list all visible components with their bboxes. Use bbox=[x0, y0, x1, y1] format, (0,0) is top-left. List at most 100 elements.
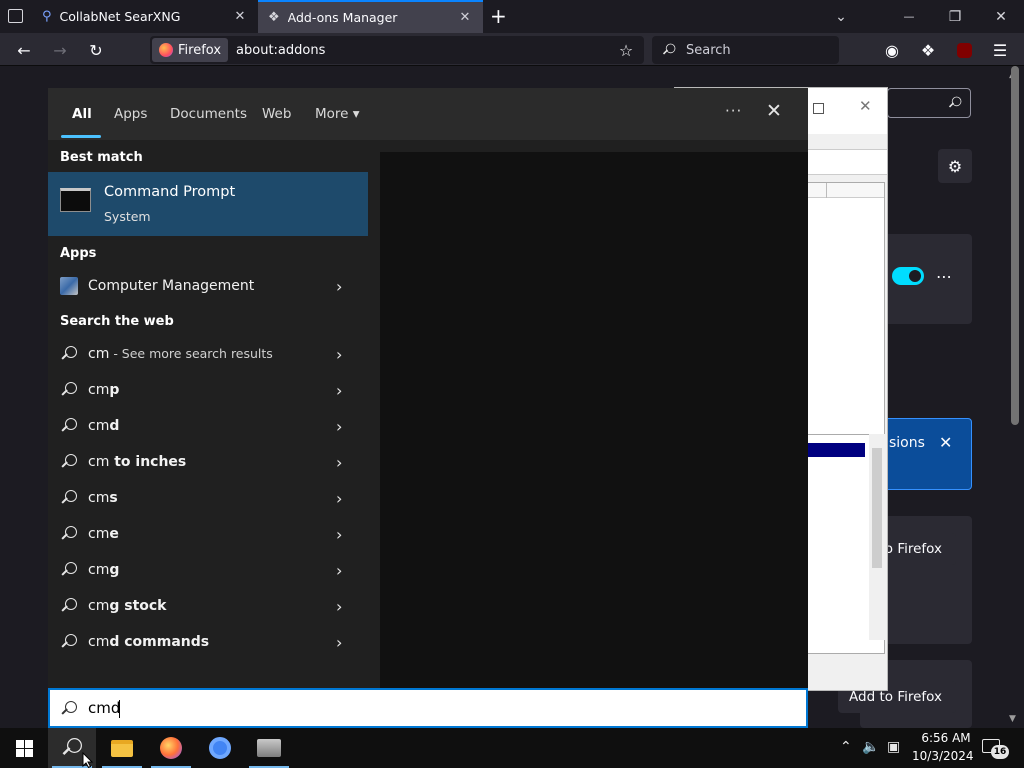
query-suffix: s bbox=[109, 490, 118, 506]
chevron-right-icon[interactable]: › bbox=[336, 561, 342, 580]
notification-count-badge: 16 bbox=[991, 745, 1009, 759]
close-icon[interactable]: ✕ bbox=[859, 97, 872, 115]
network-icon[interactable]: ▣ bbox=[887, 739, 900, 755]
start-button[interactable] bbox=[0, 728, 48, 768]
web-result[interactable]: cm to inches › bbox=[48, 444, 368, 480]
banner-text: sions bbox=[889, 435, 925, 451]
web-result[interactable]: cmp › bbox=[48, 372, 368, 408]
close-icon[interactable]: ✕ bbox=[232, 9, 248, 24]
search-icon bbox=[60, 381, 78, 399]
chevron-right-icon[interactable]: › bbox=[336, 381, 342, 400]
account-icon[interactable]: ◉ bbox=[878, 36, 906, 64]
chevron-right-icon[interactable]: › bbox=[336, 525, 342, 544]
identity-label: Firefox bbox=[178, 42, 222, 58]
list-all-tabs-chevron-icon[interactable]: ⌄ bbox=[818, 0, 864, 33]
firefox-logo-icon bbox=[159, 43, 173, 57]
best-match-command-prompt[interactable]: Command Prompt System bbox=[48, 172, 368, 236]
taskbar-firefox[interactable] bbox=[147, 728, 195, 768]
url-bar[interactable]: Firefox about:addons bbox=[150, 36, 644, 64]
show-hidden-icons-chevron-up-icon[interactable]: ⌃ bbox=[840, 739, 852, 755]
chevron-right-icon[interactable]: › bbox=[336, 345, 342, 364]
query-hint: - See more search results bbox=[109, 346, 273, 361]
tab-collabnet-searxng[interactable]: ⚲ CollabNet SearXNG ✕ bbox=[32, 0, 258, 33]
window-close-button[interactable]: ✕ bbox=[978, 0, 1024, 33]
web-result[interactable]: cmd › bbox=[48, 408, 368, 444]
app-computer-management[interactable]: Computer Management › bbox=[48, 268, 368, 304]
identity-box[interactable]: Firefox bbox=[152, 38, 229, 62]
chevron-right-icon[interactable]: › bbox=[336, 633, 342, 652]
tab-more[interactable]: More ▾ bbox=[315, 106, 360, 122]
minimize-button[interactable]: — bbox=[886, 0, 932, 33]
query-suffix: p bbox=[109, 382, 120, 398]
tab-web[interactable]: Web bbox=[262, 106, 291, 122]
query-suffix: d bbox=[109, 418, 120, 434]
extensions-puzzle-icon[interactable]: ❖ bbox=[914, 36, 942, 64]
query-prefix: cm bbox=[88, 562, 110, 578]
taskbar-file-explorer[interactable] bbox=[98, 728, 146, 768]
web-result[interactable]: cmd commands › bbox=[48, 624, 368, 660]
reload-icon[interactable]: ↻ bbox=[82, 36, 110, 64]
taskbar-app[interactable] bbox=[245, 728, 293, 768]
notification-center-button[interactable]: 16 bbox=[982, 737, 1009, 759]
chevron-right-icon[interactable]: › bbox=[336, 277, 342, 296]
web-result[interactable]: cme › bbox=[48, 516, 368, 552]
search-icon bbox=[60, 633, 78, 651]
close-icon[interactable]: ✕ bbox=[457, 10, 473, 25]
tab-all[interactable]: All bbox=[72, 106, 92, 122]
web-result[interactable]: cmg stock › bbox=[48, 588, 368, 624]
search-icon bbox=[60, 453, 78, 471]
section-apps: Apps bbox=[60, 246, 97, 261]
more-options-icon[interactable]: ⋯ bbox=[930, 262, 958, 290]
taskbar-chrome[interactable] bbox=[196, 728, 244, 768]
firefox-icon bbox=[160, 737, 182, 759]
tab-list-icon[interactable] bbox=[8, 9, 23, 23]
web-result[interactable]: cms › bbox=[48, 480, 368, 516]
search-icon bbox=[60, 417, 78, 435]
scroll-thumb[interactable] bbox=[1011, 66, 1019, 425]
back-arrow-icon[interactable]: ← bbox=[10, 36, 38, 64]
query-suffix: to inches bbox=[109, 454, 187, 470]
find-more-addons-input[interactable] bbox=[887, 88, 971, 118]
tab-documents[interactable]: Documents bbox=[170, 106, 247, 122]
active-tab-indicator bbox=[61, 135, 101, 138]
page-scrollbar[interactable]: ▲ ▼ bbox=[1006, 66, 1024, 728]
close-icon[interactable]: ✕ bbox=[939, 433, 952, 452]
dialog-scrollbar[interactable] bbox=[869, 434, 885, 640]
ublock-origin-icon[interactable] bbox=[950, 36, 978, 64]
tab-addons-manager[interactable]: ❖ Add-ons Manager ✕ bbox=[258, 0, 483, 33]
query-prefix: cm bbox=[88, 418, 110, 434]
chevron-right-icon[interactable]: › bbox=[336, 597, 342, 616]
close-icon[interactable]: ✕ bbox=[766, 100, 782, 122]
search-input[interactable] bbox=[88, 696, 788, 720]
scroll-down-arrow-icon[interactable]: ▼ bbox=[1009, 714, 1016, 724]
scroll-thumb[interactable] bbox=[872, 448, 882, 568]
list-header bbox=[808, 183, 884, 198]
more-options-icon[interactable]: ··· bbox=[725, 102, 742, 120]
clock-date[interactable]: 10/3/2024 bbox=[912, 749, 974, 763]
gear-icon[interactable]: ⚙ bbox=[938, 149, 972, 183]
tab-label: Add-ons Manager bbox=[287, 10, 398, 25]
selected-row[interactable] bbox=[807, 443, 865, 457]
web-result-see-more[interactable]: cm - See more search results › bbox=[48, 336, 368, 372]
section-search-the-web: Search the web bbox=[60, 314, 174, 329]
maximize-icon[interactable] bbox=[813, 103, 824, 114]
extension-enable-toggle[interactable] bbox=[892, 267, 924, 285]
search-placeholder: Search bbox=[686, 42, 731, 58]
tab-apps[interactable]: Apps bbox=[114, 106, 147, 122]
new-tab-button[interactable]: + bbox=[490, 4, 507, 28]
volume-muted-icon[interactable]: 🔈 bbox=[862, 739, 879, 755]
bookmark-star-icon[interactable]: ☆ bbox=[612, 36, 640, 64]
windows-logo-icon bbox=[15, 739, 33, 757]
chevron-right-icon[interactable]: › bbox=[336, 453, 342, 472]
search-icon bbox=[60, 525, 78, 543]
chevron-right-icon[interactable]: › bbox=[336, 417, 342, 436]
start-search-box[interactable] bbox=[48, 688, 808, 728]
search-bar[interactable]: Search bbox=[652, 36, 839, 64]
menu-hamburger-icon[interactable]: ☰ bbox=[986, 36, 1014, 64]
url-text[interactable]: about:addons bbox=[236, 43, 325, 58]
clock-time[interactable]: 6:56 AM bbox=[916, 731, 976, 745]
restore-button[interactable]: ❐ bbox=[932, 0, 978, 33]
web-result[interactable]: cmg › bbox=[48, 552, 368, 588]
forward-arrow-icon[interactable]: → bbox=[46, 36, 74, 64]
chevron-right-icon[interactable]: › bbox=[336, 489, 342, 508]
